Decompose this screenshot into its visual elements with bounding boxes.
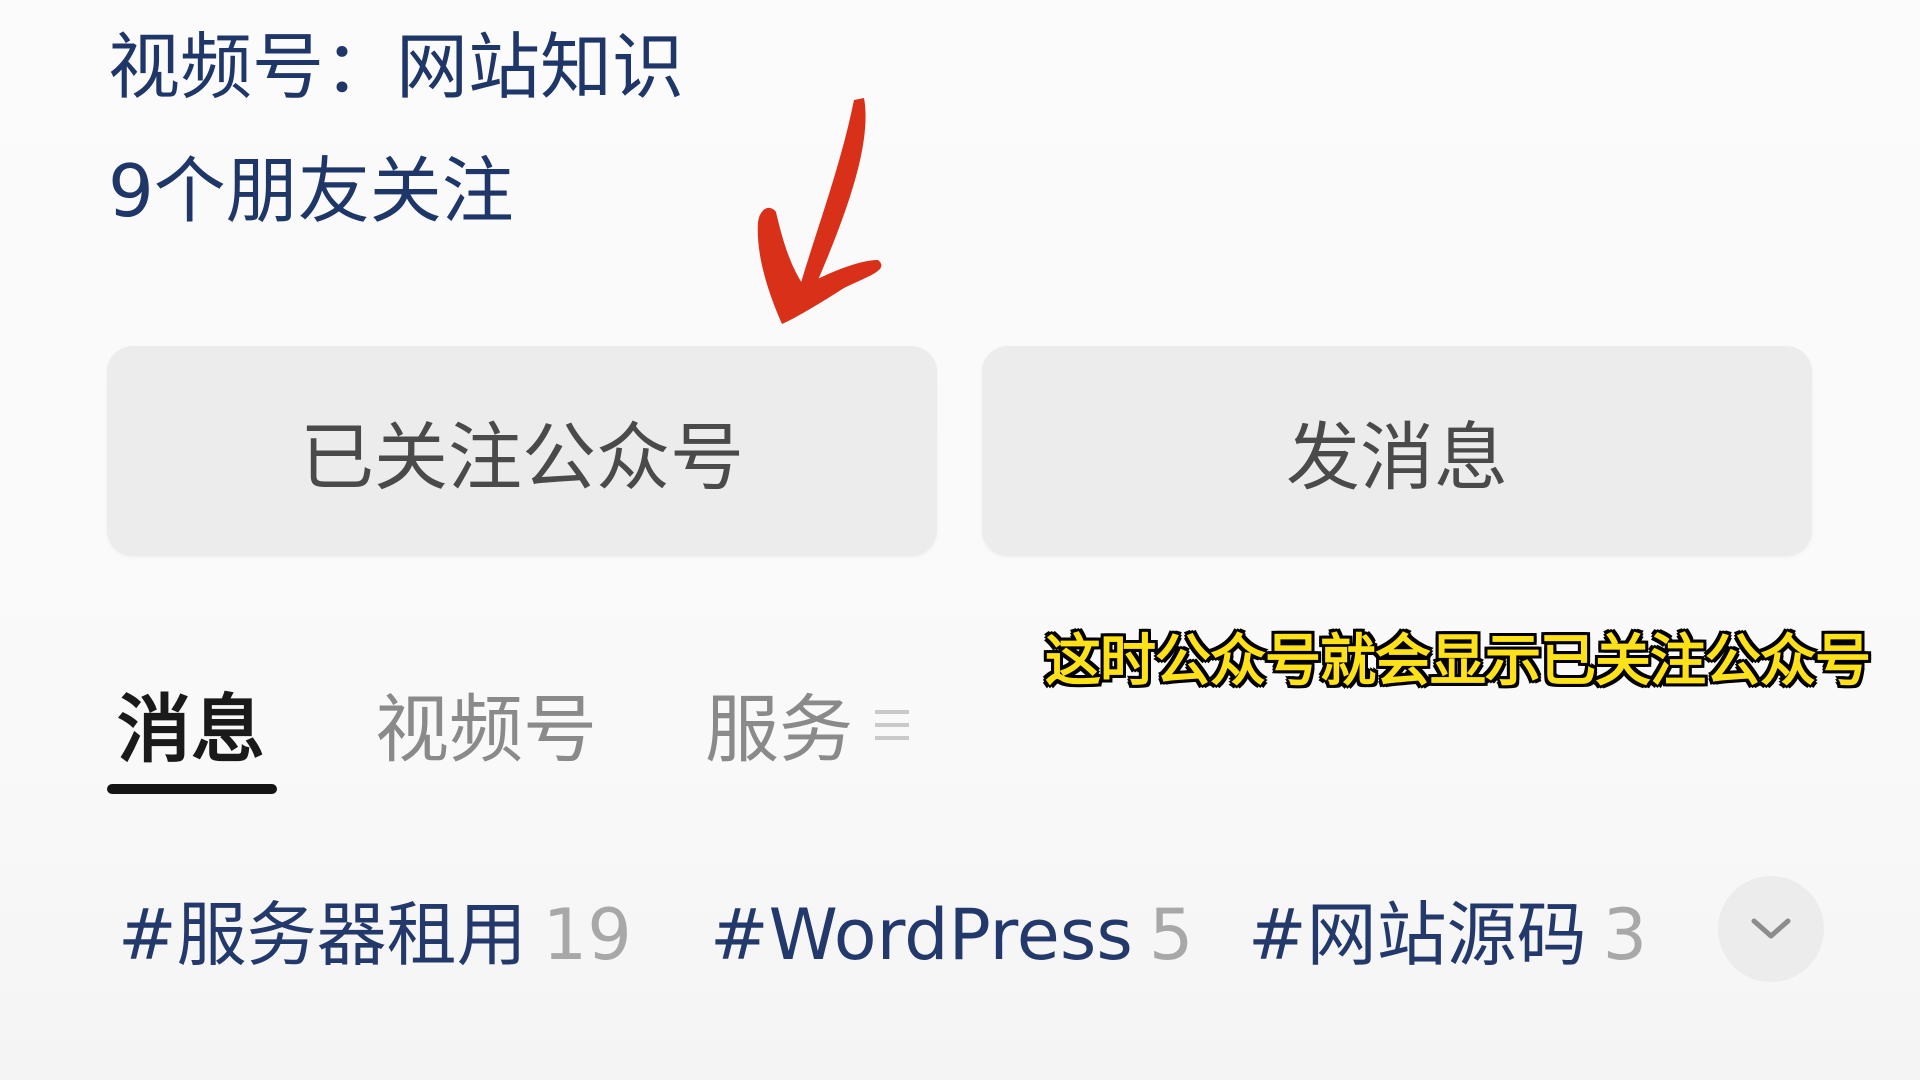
- hashtag-count: 5: [1148, 894, 1194, 976]
- hashtag-list: #服务器租用 19 #WordPress 5 #网站源码 3: [118, 885, 1678, 995]
- hashtag-chip[interactable]: #网站源码 3: [1248, 885, 1647, 985]
- red-arrow-icon: [757, 98, 882, 324]
- hashtag-count: 3: [1602, 894, 1648, 976]
- hashtag-count: 19: [542, 894, 632, 976]
- official-account-profile-page: 视频号：网站知识 9个朋友关注 已关注公众号 发消息 这时公众号就会显示已关注公…: [0, 0, 1920, 1080]
- hashtag-chip[interactable]: #WordPress 5: [710, 885, 1193, 985]
- tab-channels[interactable]: 视频号: [375, 680, 597, 780]
- active-tab-indicator: [107, 784, 277, 794]
- send-message-button[interactable]: 发消息: [982, 346, 1812, 556]
- tab-messages[interactable]: 消息: [117, 680, 265, 780]
- hashtag-name: #WordPress: [710, 894, 1133, 976]
- video-subtitle-caption: 这时公众号就会显示已关注公众号: [1045, 629, 1871, 694]
- hashtag-name: #网站源码: [1248, 894, 1587, 976]
- friends-following-count[interactable]: 9个朋友关注: [108, 146, 514, 236]
- channel-link[interactable]: 视频号：网站知识: [108, 22, 684, 112]
- hashtag-chip[interactable]: #服务器租用 19: [118, 885, 632, 985]
- tab-services[interactable]: 服务: [705, 680, 853, 780]
- expand-hashtags-button[interactable]: [1718, 876, 1824, 982]
- followed-account-button[interactable]: 已关注公众号: [107, 346, 937, 556]
- menu-lines-icon[interactable]: [875, 710, 909, 750]
- hashtag-name: #服务器租用: [118, 894, 527, 976]
- chevron-down-icon: [1751, 918, 1791, 939]
